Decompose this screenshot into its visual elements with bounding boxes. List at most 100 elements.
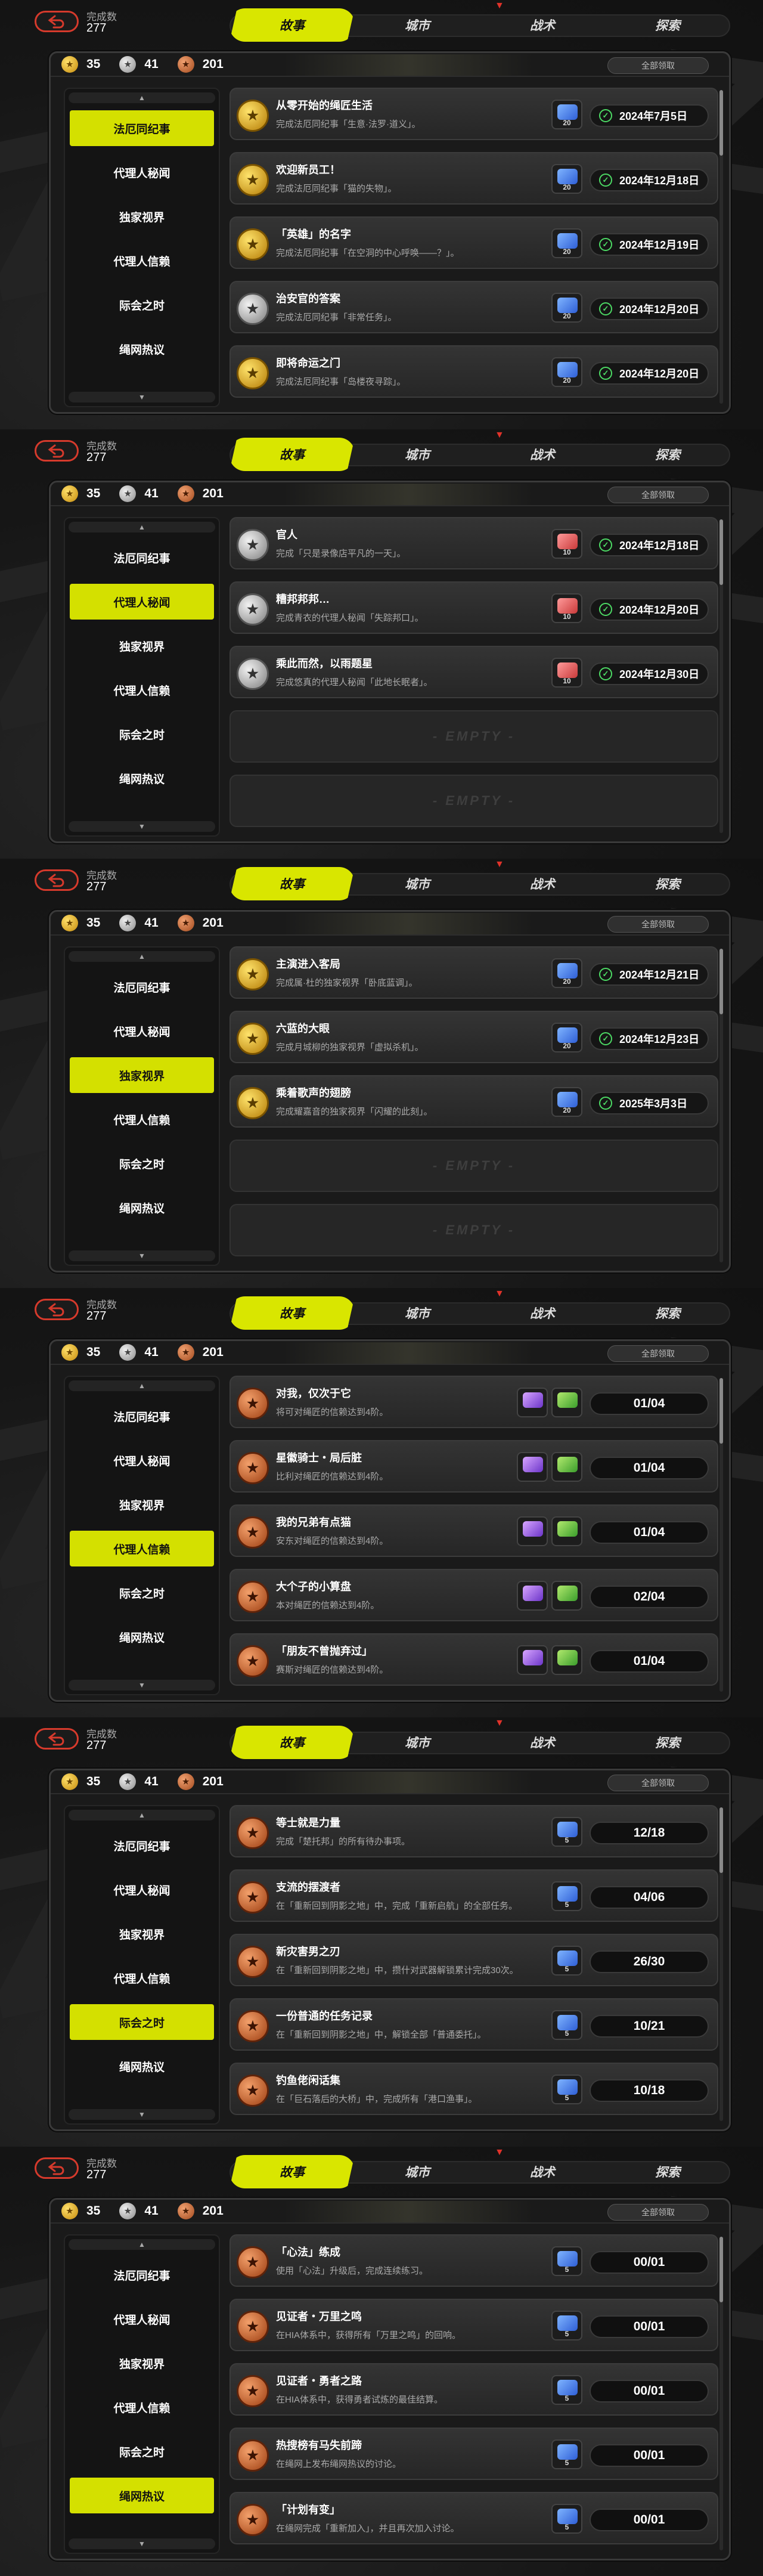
back-button[interactable] [35,869,79,891]
reward-item[interactable] [517,1452,548,1482]
claim-all-button[interactable]: 全部领取 [607,57,709,74]
chevron-down-icon[interactable]: ▼ [69,392,215,402]
achievement-row[interactable]: ★ 治安官的答案 完成法厄同纪事「非常任务」。 20 ✓ 2024年12月20日 [229,281,718,333]
scrollbar-thumb[interactable] [719,1807,723,1873]
chevron-up-icon[interactable]: ▲ [69,92,215,103]
scrollbar-thumb[interactable] [719,2237,723,2302]
sidebar-item[interactable]: 独家视界 [70,199,214,234]
tab-story[interactable]: 故事 [229,1726,355,1759]
scrollbar-thumb[interactable] [719,90,723,156]
reward-item[interactable]: 20 [551,164,582,194]
achievement-row[interactable]: ★ 热搜榜有马失前蹄 在绳网上发布绳网热议的讨论。 5 00/01 [229,2428,718,2480]
sidebar-item[interactable]: 绳网热议 [70,331,214,367]
sidebar-item[interactable]: 法厄同纪事 [70,1398,214,1434]
reward-item[interactable]: 5 [551,2439,582,2469]
sidebar-item[interactable]: 独家视界 [70,2345,214,2381]
tab-tactics[interactable]: 战术 [480,440,605,469]
claim-all-button[interactable]: 全部领取 [607,1775,709,1791]
achievement-row[interactable]: ★ 「英雄」的名字 完成法厄同纪事「在空洞的中心呼唤——？」。 20 ✓ 2024年12月… [229,216,718,269]
achievement-row[interactable]: ★ 我的兄弟有点猫 安东对绳匠的信赖达到4阶。 01/04 [229,1504,718,1557]
back-button[interactable] [35,1728,79,1750]
scrollbar[interactable] [719,1807,723,2121]
achievement-row[interactable]: ★ 即将命运之门 完成法厄同纪事「岛楼夜寻踪」。 20 ✓ 2024年12月20日 [229,345,718,398]
tab-city[interactable]: 城市 [355,11,480,39]
tab-explore[interactable]: 探索 [605,1728,730,1757]
achievement-row[interactable]: ★ 星徽骑士・局后脏 比利对绳匠的信赖达到4阶。 01/04 [229,1440,718,1493]
sidebar-item[interactable]: 独家视界 [70,1916,214,1952]
reward-item[interactable]: 20 [551,1023,582,1052]
tab-city[interactable]: 城市 [355,2157,480,2186]
scrollbar-thumb[interactable] [719,949,723,1014]
achievement-row[interactable]: ★ 等士就是力量 完成「楚托邦」的所有待办事项。 5 12/18 [229,1805,718,1857]
reward-item[interactable]: 10 [551,593,582,623]
sidebar-item[interactable]: 代理人信赖 [70,1960,214,1996]
sidebar-item[interactable]: 代理人信赖 [70,243,214,278]
achievement-row[interactable]: ★ 欢迎新员工！ 完成法厄同纪事「猫的失物」。 20 ✓ 2024年12月18日 [229,152,718,205]
sidebar-item[interactable]: 代理人秘闻 [70,154,214,190]
sidebar-item[interactable]: 法厄同纪事 [70,540,214,575]
reward-item[interactable] [517,1581,548,1611]
sidebar-item[interactable]: 际会之时 [70,287,214,323]
claim-all-button[interactable]: 全部领取 [607,2204,709,2221]
achievement-row[interactable]: ★ 「计划有变」 在绳网完成「重新加入」，并且再次加入讨论。 5 00/01 [229,2492,718,2544]
sidebar-item[interactable]: 法厄同纪事 [70,110,214,146]
reward-ticket[interactable] [551,1645,582,1675]
sidebar-item[interactable]: 代理人秘闻 [70,2301,214,2337]
tab-city[interactable]: 城市 [355,1299,480,1327]
tab-story[interactable]: 故事 [229,438,355,471]
achievement-row[interactable]: ★ 乘此而然，以雨题星 完成悠真的代理人秘闻「此地长眠者」。 10 ✓ 2024年12月3… [229,646,718,698]
reward-item[interactable]: 20 [551,228,582,258]
tab-story[interactable]: 故事 [229,8,355,42]
reward-item[interactable] [517,1645,548,1675]
chevron-up-icon[interactable]: ▲ [69,1380,215,1391]
reward-ticket[interactable] [551,1516,582,1546]
chevron-down-icon[interactable]: ▼ [69,2109,215,2120]
achievement-row[interactable]: ★ 六蓝的大眼 完成月城柳的独家视界「虚拟杀机」。 20 ✓ 2024年12月23日 [229,1011,718,1063]
chevron-up-icon[interactable]: ▲ [69,522,215,532]
scrollbar-thumb[interactable] [719,1378,723,1444]
achievement-row[interactable]: ★ 见证者・勇者之路 在HIA体系中，获得勇者试炼的最佳结算。 5 00/01 [229,2363,718,2416]
sidebar-item[interactable]: 代理人信赖 [70,672,214,708]
tab-tactics[interactable]: 战术 [480,2157,605,2186]
sidebar-item[interactable]: 代理人信赖 [70,1531,214,1566]
reward-item[interactable]: 5 [551,1817,582,1847]
chevron-up-icon[interactable]: ▲ [69,2239,215,2250]
tab-explore[interactable]: 探索 [605,2157,730,2186]
chevron-down-icon[interactable]: ▼ [69,1680,215,1690]
chevron-down-icon[interactable]: ▼ [69,821,215,832]
achievement-row[interactable]: ★ 见证者・万里之鸣 在HIA体系中，获得所有「万里之鸣」的回响。 5 00/01 [229,2299,718,2351]
sidebar-item[interactable]: 际会之时 [70,1575,214,1611]
sidebar-item[interactable]: 独家视界 [70,1057,214,1093]
sidebar-item[interactable]: 绳网热议 [70,2048,214,2084]
achievement-row[interactable]: ★ 乘着歌声的翅膀 完成耀嘉音的独家视界「闪耀的此刻」。 20 ✓ 2025年3月3日 [229,1075,718,1128]
tab-explore[interactable]: 探索 [605,1299,730,1327]
back-button[interactable] [35,11,79,32]
tab-explore[interactable]: 探索 [605,440,730,469]
sidebar-item[interactable]: 代理人秘闻 [70,584,214,620]
tab-story[interactable]: 故事 [229,867,355,900]
scrollbar[interactable] [719,2237,723,2550]
scrollbar[interactable] [719,90,723,404]
tab-explore[interactable]: 探索 [605,11,730,39]
reward-item[interactable]: 20 [551,1087,582,1117]
reward-item[interactable]: 20 [551,357,582,387]
scrollbar[interactable] [719,1378,723,1692]
reward-item[interactable]: 5 [551,2311,582,2340]
chevron-down-icon[interactable]: ▼ [69,1250,215,1261]
tab-city[interactable]: 城市 [355,440,480,469]
sidebar-item[interactable]: 代理人秘闻 [70,1872,214,1908]
claim-all-button[interactable]: 全部领取 [607,916,709,933]
reward-item[interactable]: 20 [551,293,582,323]
sidebar-item[interactable]: 代理人秘闻 [70,1013,214,1049]
tab-city[interactable]: 城市 [355,1728,480,1757]
reward-item[interactable] [517,1388,548,1417]
tab-story[interactable]: 故事 [229,1296,355,1330]
sidebar-item[interactable]: 绳网热议 [70,760,214,796]
tab-city[interactable]: 城市 [355,869,480,898]
chevron-down-icon[interactable]: ▼ [69,2538,215,2549]
sidebar-item[interactable]: 际会之时 [70,2004,214,2040]
reward-item[interactable]: 20 [551,100,582,129]
sidebar-item[interactable]: 绳网热议 [70,1619,214,1655]
achievement-row[interactable]: ★ 从零开始的绳匠生活 完成法厄同纪事「生意·法罗·道义」。 20 ✓ 2024年7月5日 [229,88,718,140]
sidebar-item[interactable]: 独家视界 [70,1487,214,1522]
